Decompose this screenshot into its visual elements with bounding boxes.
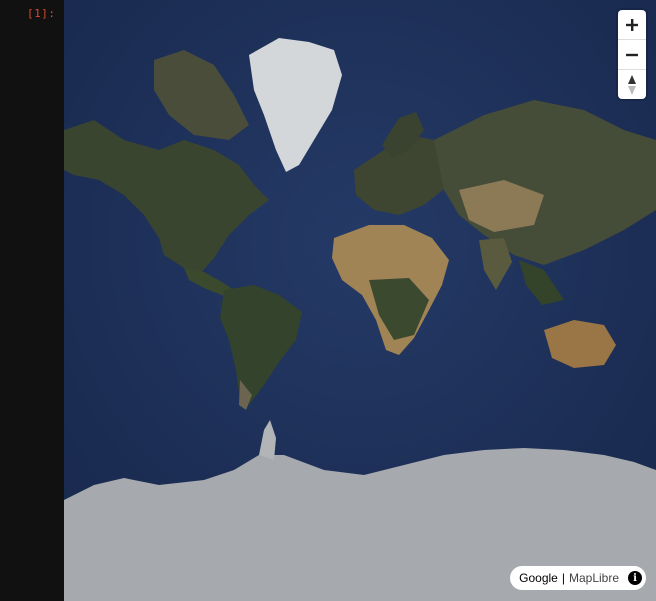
cell-prompt: [1]: [27, 7, 56, 20]
attribution-separator: | [561, 571, 565, 585]
satellite-map [64, 0, 656, 601]
map-attribution: Google | MapLibre i [510, 566, 646, 590]
compass-icon [628, 74, 636, 95]
zoom-out-button[interactable] [618, 39, 646, 69]
reset-bearing-button[interactable] [618, 69, 646, 99]
notebook-gutter: [1]: [0, 0, 64, 601]
attribution-library[interactable]: MapLibre [569, 571, 619, 585]
minus-icon [626, 53, 638, 56]
attribution-provider[interactable]: Google [519, 571, 558, 585]
navigation-control [618, 10, 646, 99]
zoom-in-button[interactable] [618, 10, 646, 39]
info-icon[interactable]: i [628, 571, 642, 585]
map-canvas[interactable]: Google | MapLibre i [64, 0, 656, 601]
plus-icon [626, 18, 638, 31]
